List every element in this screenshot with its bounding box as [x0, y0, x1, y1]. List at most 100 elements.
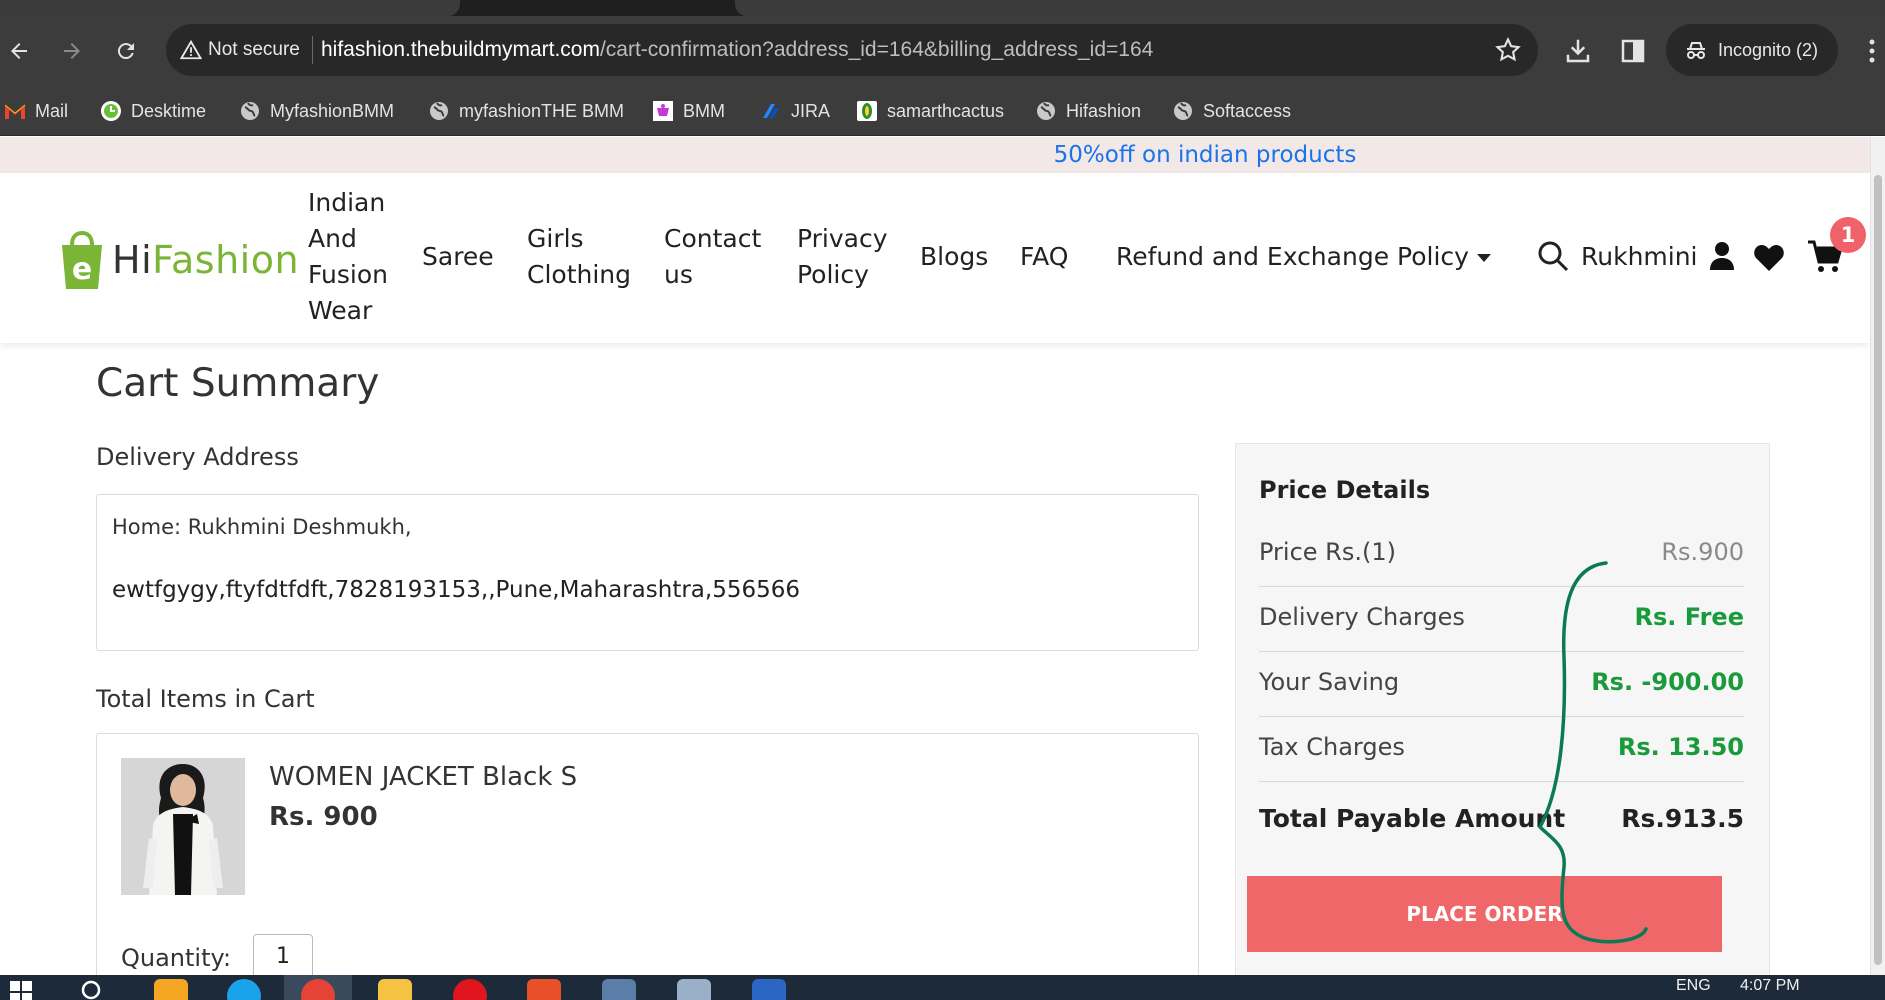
brave-icon[interactable] — [527, 979, 561, 1000]
place-order-button[interactable]: PLACE ORDER — [1247, 876, 1722, 952]
security-label: Not secure — [208, 39, 300, 60]
url-text[interactable]: hifashion.thebuildmymart.com/cart-confir… — [321, 36, 1153, 64]
clock-time[interactable]: 4:07 PM — [1740, 977, 1800, 995]
calculator-icon[interactable] — [602, 979, 636, 1000]
product-price: Rs. 900 — [269, 802, 378, 832]
globe-icon — [1172, 100, 1194, 122]
incognito-chip[interactable]: Incognito (2) — [1666, 24, 1838, 76]
page-title: Cart Summary — [96, 361, 380, 406]
side-panel-icon[interactable] — [1618, 36, 1648, 66]
kebab-menu-icon[interactable] — [1862, 36, 1882, 66]
jira-icon — [760, 100, 782, 122]
price-row-label: Your Saving — [1259, 668, 1400, 696]
nav-blogs[interactable]: Blogs — [920, 239, 988, 275]
price-row-label: Delivery Charges — [1259, 603, 1465, 631]
warning-icon — [180, 39, 202, 60]
nav-saree[interactable]: Saree — [422, 239, 494, 275]
bookmark-label: samarthcactus — [887, 100, 1005, 121]
user-name[interactable]: Rukhmini — [1581, 239, 1698, 275]
globe-icon — [239, 100, 261, 122]
incognito-label: Incognito (2) — [1718, 39, 1819, 60]
logo-hi: Hi — [112, 238, 153, 282]
product-name[interactable]: WOMEN JACKET Black S — [269, 762, 577, 792]
nav-contact-us[interactable]: Contact us — [664, 221, 774, 293]
price-details-title: Price Details — [1259, 476, 1431, 504]
browser-tab[interactable] — [735, 0, 1885, 16]
nav-refund-exchange-dropdown[interactable]: Refund and Exchange Policy — [1116, 239, 1491, 275]
browser-tab-strip — [0, 0, 1885, 16]
user-icon[interactable] — [1709, 240, 1735, 272]
language-indicator[interactable]: ENG — [1676, 977, 1711, 995]
bookmark-label: Desktime — [131, 100, 207, 121]
search-icon[interactable] — [1537, 240, 1569, 272]
product-photo-jacket — [121, 758, 245, 895]
address-name-line: Home: Rukhmini Deshmukh, — [112, 515, 412, 539]
cart-item-card: WOMEN JACKET Black S Rs. 900 Quantity: 1 — [96, 733, 1199, 975]
taskbar-app-icon[interactable] — [154, 979, 188, 1000]
incognito-icon — [1687, 42, 1705, 59]
logo-wordmark: HiFashion — [112, 238, 299, 282]
taskbar-search-icon[interactable] — [80, 979, 106, 1000]
page-scrollbar[interactable] — [1870, 137, 1885, 975]
price-row-label: Price Rs.(1) — [1259, 538, 1396, 566]
divider — [312, 36, 313, 64]
windows-taskbar: ENG 4:07 PM — [0, 975, 1885, 1000]
cart-items-heading: Total Items in Cart — [96, 685, 315, 713]
quantity-label: Quantity: — [121, 944, 232, 972]
security-chip[interactable]: Not secure — [180, 37, 300, 63]
browser-toolbar: Not secure hifashion.thebuildmymart.com/… — [0, 16, 1885, 86]
bookmark-softaccess[interactable]: Softaccess — [1172, 98, 1291, 124]
bookmark-label: Mail — [35, 100, 69, 121]
bookmark-label: Hifashion — [1066, 100, 1142, 121]
star-icon[interactable] — [1494, 36, 1522, 64]
edge-icon[interactable] — [227, 979, 261, 1000]
file-explorer-icon[interactable] — [378, 979, 412, 1000]
price-row: Price Rs.(1) Rs.900 — [1259, 522, 1744, 587]
reload-button[interactable] — [109, 34, 143, 68]
svg-text:e: e — [72, 252, 92, 287]
site-header: e HiFashion Indian And Fusion Wear Saree… — [0, 173, 1870, 343]
back-button[interactable] — [2, 34, 36, 68]
address-bar[interactable]: Not secure hifashion.thebuildmymart.com/… — [166, 24, 1538, 76]
nav-faq[interactable]: FAQ — [1020, 239, 1068, 275]
bookmark-label: JIRA — [791, 100, 831, 121]
nav-indian-fusion-wear[interactable]: Indian And Fusion Wear — [308, 185, 428, 329]
scrollbar-thumb[interactable] — [1874, 175, 1882, 965]
announcement-bar[interactable]: 50%off on indian products — [0, 137, 1870, 173]
bmm-icon — [652, 100, 674, 122]
bookmark-jira[interactable]: JIRA — [760, 98, 830, 124]
cart-count-badge: 1 — [1830, 217, 1866, 253]
globe-icon — [428, 100, 450, 122]
site-logo[interactable]: e HiFashion — [58, 229, 299, 291]
opera-icon[interactable] — [453, 979, 487, 1000]
browser-tab[interactable] — [0, 0, 460, 16]
address-detail-line: ewtfgygy,ftyfdtfdft,7828193153,,Pune,Mah… — [112, 577, 801, 603]
total-payable-value: Rs.913.5 — [1621, 804, 1744, 833]
saving-row: Your Saving Rs. -900.00 — [1259, 652, 1744, 717]
nav-girls-clothing[interactable]: Girls Clothing — [527, 221, 637, 293]
notepad-icon[interactable] — [677, 979, 711, 1000]
taskbar-app-icon[interactable] — [752, 979, 786, 1000]
total-payable-label: Total Payable Amount — [1259, 804, 1566, 833]
price-row-value: Rs. -900.00 — [1591, 668, 1744, 696]
bookmark-label: myfashionTHE BMM — [459, 100, 625, 121]
product-image[interactable] — [121, 758, 245, 895]
cactus-icon — [856, 100, 878, 122]
bookmark-hifashion[interactable]: Hifashion — [1035, 98, 1141, 124]
bookmark-desktime[interactable]: Desktime — [100, 98, 206, 124]
bookmark-myfashion-the-bmm[interactable]: myfashionTHE BMM — [428, 98, 624, 124]
nav-privacy-policy[interactable]: Privacy Policy — [797, 221, 897, 293]
quantity-input[interactable]: 1 — [253, 934, 313, 975]
globe-icon — [1035, 100, 1057, 122]
desktime-icon — [100, 100, 122, 122]
bookmark-samarthcactus[interactable]: samarthcactus — [856, 98, 1004, 124]
windows-start-icon[interactable] — [10, 981, 32, 1000]
delivery-address-card: Home: Rukhmini Deshmukh, ewtfgygy,ftyfdt… — [96, 494, 1199, 651]
download-icon[interactable] — [1563, 36, 1593, 66]
forward-button[interactable] — [55, 34, 89, 68]
logo-fashion: Fashion — [152, 238, 300, 282]
bookmark-mail[interactable]: Mail — [4, 98, 68, 124]
heart-icon[interactable] — [1753, 243, 1785, 273]
bookmark-bmm[interactable]: BMM — [652, 98, 725, 124]
bookmark-myfashionbmm[interactable]: MyfashionBMM — [239, 98, 394, 124]
